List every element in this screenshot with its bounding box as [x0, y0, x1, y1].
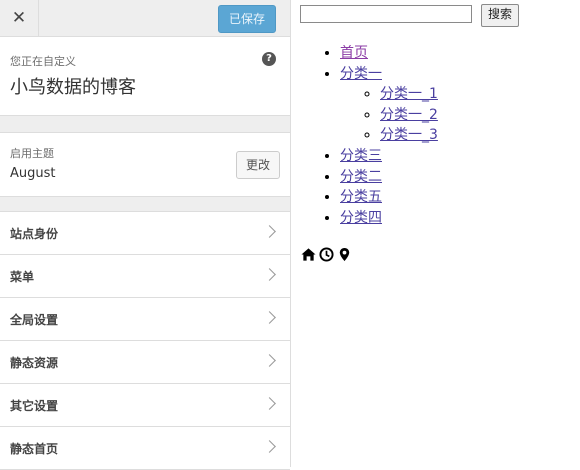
- site-preview: 搜索 首页 分类一 分类一_1 分类一_2 分类一_3 分类三 分类二 分类五 …: [292, 0, 580, 467]
- menu-item: 分类一 分类一_1 分类一_2 分类一_3: [340, 64, 438, 146]
- customizer-info: 您正在自定义 小鸟数据的博客 ?: [0, 37, 290, 116]
- close-button[interactable]: ✕: [0, 0, 39, 36]
- section-label: 站点身份: [10, 227, 59, 241]
- menu-link-category-1-2[interactable]: 分类一_2: [380, 107, 438, 123]
- section-other-settings[interactable]: 其它设置: [0, 384, 290, 427]
- change-theme-button[interactable]: 更改: [235, 151, 280, 179]
- menu-link-category-1-3[interactable]: 分类一_3: [380, 127, 438, 143]
- chevron-right-icon: [263, 268, 276, 281]
- help-icon[interactable]: ?: [262, 52, 276, 66]
- section-static-resources[interactable]: 静态资源: [0, 341, 290, 384]
- menu-item: 分类三: [340, 146, 438, 167]
- menu-item: 分类四: [340, 208, 438, 229]
- search-input[interactable]: [300, 5, 472, 23]
- chevron-right-icon: [263, 354, 276, 367]
- icon-row: [301, 247, 352, 262]
- active-theme-label: 启用主题: [10, 147, 54, 160]
- nav-menu: 首页 分类一 分类一_1 分类一_2 分类一_3 分类三 分类二 分类五 分类四: [310, 43, 438, 228]
- theme-name: August: [10, 166, 56, 181]
- search-button[interactable]: 搜索: [481, 4, 520, 27]
- active-theme: 启用主题 August 更改: [0, 132, 290, 197]
- menu-link-category-1-1[interactable]: 分类一_1: [380, 86, 438, 102]
- section-menus[interactable]: 菜单: [0, 255, 290, 298]
- chevron-right-icon: [263, 440, 276, 453]
- menu-item: 分类五: [340, 187, 438, 208]
- section-site-identity[interactable]: 站点身份: [0, 211, 290, 255]
- section-label: 静态首页: [10, 442, 59, 456]
- submenu-item: 分类一_3: [380, 125, 438, 146]
- section-label: 全局设置: [10, 313, 59, 327]
- section-label: 其它设置: [10, 399, 59, 413]
- submenu: 分类一_1 分类一_2 分类一_3: [340, 84, 438, 146]
- site-title: 小鸟数据的博客: [10, 77, 136, 98]
- customizing-label: 您正在自定义: [10, 55, 76, 68]
- menu-link-category-2[interactable]: 分类二: [340, 169, 382, 185]
- chevron-right-icon: [263, 225, 276, 238]
- home-icon: [301, 248, 316, 261]
- submenu-item: 分类一_2: [380, 105, 438, 126]
- menu-item: 分类二: [340, 167, 438, 188]
- section-global-settings[interactable]: 全局设置: [0, 298, 290, 341]
- menu-link-category-5[interactable]: 分类五: [340, 189, 382, 205]
- map-marker-icon: [339, 247, 350, 262]
- submenu-item: 分类一_1: [380, 84, 438, 105]
- section-label: 菜单: [10, 270, 35, 284]
- menu-link-category-4[interactable]: 分类四: [340, 210, 382, 226]
- clock-icon: [319, 247, 334, 262]
- menu-link-category-3[interactable]: 分类三: [340, 148, 382, 164]
- menu-link-category-1[interactable]: 分类一: [340, 66, 382, 82]
- menu-link-home[interactable]: 首页: [340, 45, 368, 61]
- section-label: 静态资源: [10, 356, 59, 370]
- section-list: 站点身份 菜单 全局设置 静态资源 其它设置 静态首页: [0, 211, 290, 470]
- chevron-right-icon: [263, 311, 276, 324]
- customizer-panel: ✕ 已保存 您正在自定义 小鸟数据的博客 ? 启用主题 August 更改 站点…: [0, 0, 291, 470]
- section-static-front-page[interactable]: 静态首页: [0, 427, 290, 470]
- save-button[interactable]: 已保存: [217, 5, 276, 33]
- menu-item: 首页: [340, 43, 438, 64]
- chevron-right-icon: [263, 397, 276, 410]
- customizer-header: ✕ 已保存: [0, 0, 290, 37]
